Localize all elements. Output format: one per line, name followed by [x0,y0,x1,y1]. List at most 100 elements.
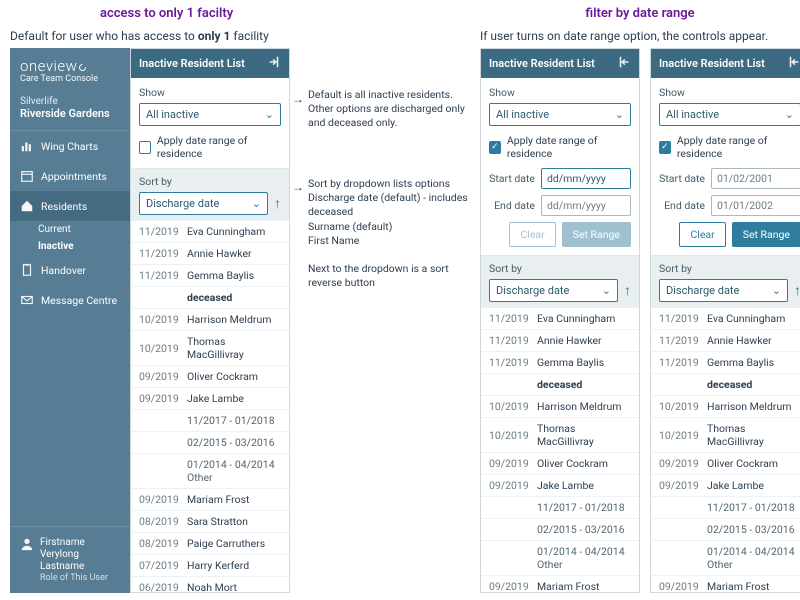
list-item[interactable]: 11/2019Eva Cunningham [131,221,289,243]
chevron-down-icon: ⌄ [615,108,624,121]
anno-arrow-icon: → [292,92,304,106]
inactive-panel-a: Inactive Resident List Show All inactive… [130,48,290,593]
list-item[interactable]: 10/2019Harrison Meldrum [651,396,800,418]
list-item[interactable]: 01/2014 - 04/2014 Other [481,541,639,576]
brand: oneview Care Team Console [10,48,130,90]
nav-residents[interactable]: Residents [10,191,130,221]
list-item[interactable]: 11/2019Gemma Baylis [481,352,639,374]
expand-icon[interactable] [267,55,281,72]
date-range-checkbox[interactable] [659,141,671,154]
sort-reverse-icon[interactable]: ↑ [274,195,281,212]
user-icon [20,537,34,551]
end-date-input[interactable]: dd/mm/yyyy [541,195,631,216]
list-item[interactable]: 09/2019Mariam Frost [131,489,289,511]
sort-reverse-icon[interactable]: ↑ [624,282,631,299]
nav-message-centre[interactable]: Message Centre [10,285,130,315]
sort-select[interactable]: Discharge date ⌄ [659,279,788,302]
list-item[interactable]: deceased [481,374,639,396]
chevron-down-icon: ⌄ [785,108,794,121]
list-item[interactable]: 10/2019Thomas MacGillivray [131,331,289,366]
brand-logo: oneview [20,58,120,75]
nav-residents-inactive[interactable]: Inactive [10,238,130,255]
nav-handover[interactable]: Handover [10,255,130,285]
list-item[interactable]: 10/2019Harrison Meldrum [481,396,639,418]
sort-select[interactable]: Discharge date ⌄ [139,192,268,215]
clear-button[interactable]: Clear [509,222,555,247]
list-item[interactable]: deceased [131,287,289,309]
start-date-input[interactable]: 01/02/2001 [711,168,800,189]
list-item[interactable]: 11/2019Gemma Baylis [131,265,289,287]
section-desc-left: Default for user who has access to only … [10,29,480,43]
date-range-checkbox[interactable] [139,141,151,154]
set-range-button[interactable]: Set Range [732,222,800,247]
show-select[interactable]: All inactive ⌄ [139,103,281,126]
list-item[interactable]: 09/2019Mariam Frost [651,576,800,592]
list-item[interactable]: 02/2015 - 03/2016 [651,519,800,541]
resident-list: 11/2019Eva Cunningham11/2019Annie Hawker… [651,308,800,592]
section-title-left: access to only 1 facilty [100,6,480,21]
section-desc-right: If user turns on date range option, the … [480,29,800,43]
end-date-input[interactable]: 01/01/2002 [711,195,800,216]
list-item[interactable]: 11/2017 - 01/2018 [651,497,800,519]
list-item[interactable]: 11/2019Annie Hawker [131,243,289,265]
sort-label: Sort by [139,175,281,188]
list-item[interactable]: 11/2019Annie Hawker [481,330,639,352]
chevron-down-icon: ⌄ [265,108,274,121]
list-item[interactable]: 07/2019Harry Kerferd [131,555,289,577]
list-item[interactable]: 09/2019Oliver Cockram [651,453,800,475]
facility-block: Silverlife Riverside Gardens [10,90,130,130]
set-range-button[interactable]: Set Range [562,222,631,247]
nav-residents-current[interactable]: Current [10,221,130,238]
chart-icon [20,139,34,153]
nav-appointments[interactable]: Appointments [10,161,130,191]
list-item[interactable]: 09/2019Oliver Cockram [131,366,289,388]
list-item[interactable]: 11/2017 - 01/2018 [481,497,639,519]
list-item[interactable]: 11/2019Gemma Baylis [651,352,800,374]
list-item[interactable]: 08/2019Paige Carruthers [131,533,289,555]
chevron-down-icon: ⌄ [772,284,781,297]
clipboard-icon [20,263,34,277]
user-box[interactable]: Firstname Verylong Lastname Role of This… [10,526,130,593]
list-item[interactable]: 10/2019Harrison Meldrum [131,309,289,331]
list-item[interactable]: 01/2014 - 04/2014 Other [131,454,289,489]
list-item[interactable]: deceased [651,374,800,396]
list-item[interactable]: 08/2019Sara Stratton [131,511,289,533]
nav-wing-charts[interactable]: Wing Charts [10,131,130,161]
start-date-input[interactable]: dd/mm/yyyy [541,168,631,189]
anno-arrow-icon: → [292,180,304,194]
chevron-down-icon: ⌄ [252,197,261,210]
list-item[interactable]: 11/2019Eva Cunningham [651,308,800,330]
sort-reverse-icon[interactable]: ↑ [794,282,800,299]
inactive-panel-b: Inactive Resident List Show All inactive… [480,48,640,593]
collapse-icon[interactable] [617,55,631,72]
calendar-icon [20,169,34,183]
date-range-checkbox[interactable] [489,141,501,154]
list-item[interactable]: 06/2019Noah Mort [131,577,289,592]
annotation-show: Default is all inactive residents. Other… [308,88,478,131]
nav: Wing Charts Appointments Residents Curre… [10,130,130,526]
list-item[interactable]: 09/2019Jake Lambe [131,388,289,410]
list-item[interactable]: 09/2019Jake Lambe [651,475,800,497]
list-item[interactable]: 09/2019Oliver Cockram [481,453,639,475]
chevron-down-icon: ⌄ [602,284,611,297]
message-icon [20,293,34,307]
list-item[interactable]: 10/2019Thomas MacGillivray [481,418,639,453]
show-select[interactable]: All inactive ⌄ [489,103,631,126]
show-label: Show [139,86,281,99]
list-item[interactable]: 09/2019Jake Lambe [481,475,639,497]
brand-subtitle: Care Team Console [20,75,120,85]
list-item[interactable]: 01/2014 - 04/2014 Other [651,541,800,576]
list-item[interactable]: 10/2019Thomas MacGillivray [651,418,800,453]
list-item[interactable]: 11/2019Annie Hawker [651,330,800,352]
clear-button[interactable]: Clear [679,222,725,247]
sort-select[interactable]: Discharge date ⌄ [489,279,618,302]
list-item[interactable]: 09/2019Mariam Frost [481,576,639,592]
panel-header: Inactive Resident List [131,49,289,78]
list-item[interactable]: 02/2015 - 03/2016 [481,519,639,541]
list-item[interactable]: 11/2017 - 01/2018 [131,410,289,432]
sidebar: oneview Care Team Console Silverlife Riv… [10,48,130,593]
list-item[interactable]: 11/2019Eva Cunningham [481,308,639,330]
show-select[interactable]: All inactive ⌄ [659,103,800,126]
collapse-icon[interactable] [787,55,800,72]
list-item[interactable]: 02/2015 - 03/2016 [131,432,289,454]
